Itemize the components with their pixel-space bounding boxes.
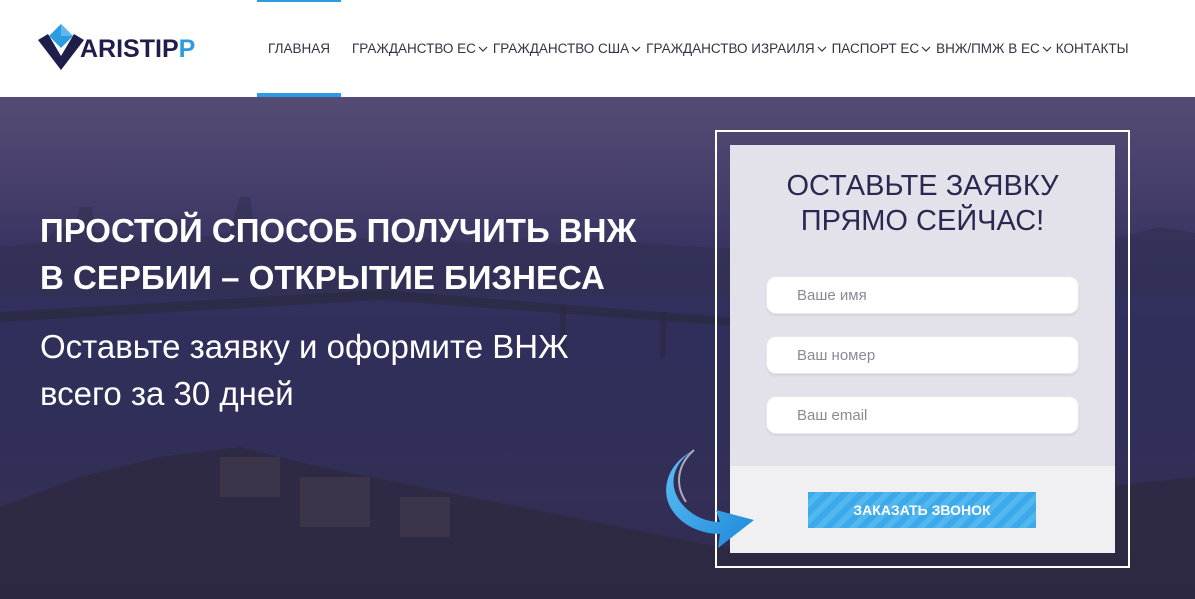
order-call-button[interactable]: ЗАКАЗАТЬ ЗВОНОК [808, 492, 1036, 528]
nav-label: КОНТАКТЫ [1055, 41, 1129, 56]
chevron-down-icon [478, 46, 488, 52]
callback-form: ОСТАВЬТЕ ЗАЯВКУ ПРЯМО СЕЙЧАС! ЗАКАЗАТЬ З… [730, 145, 1115, 553]
nav-item-home[interactable]: ГЛАВНАЯ [257, 0, 341, 97]
name-input[interactable] [766, 276, 1079, 314]
chevron-down-icon [921, 46, 931, 52]
nav-item-israel-citizenship[interactable]: ГРАЖДАНСТВО ИЗРАИЛЯ [646, 0, 827, 97]
form-title: ОСТАВЬТЕ ЗАЯВКУ ПРЯМО СЕЙЧАС! [786, 170, 1059, 237]
nav-item-contacts[interactable]: КОНТАКТЫ [1056, 0, 1129, 97]
chevron-down-icon [1042, 46, 1052, 52]
site-header: ARISTIPP ГЛАВНАЯ ГРАЖДАНСТВО ЕС ГРАЖДАНС… [0, 0, 1195, 97]
logo-link[interactable]: ARISTIPP [38, 22, 195, 70]
brand-name: ARISTIPP [80, 34, 196, 63]
nav-label: ПАСПОРТ ЕС [831, 41, 920, 56]
email-input[interactable] [766, 396, 1079, 434]
diamond-logo-icon [38, 24, 84, 70]
nav-item-eu-citizenship[interactable]: ГРАЖДАНСТВО ЕС [352, 0, 488, 97]
main-nav: ГЛАВНАЯ ГРАЖДАНСТВО ЕС ГРАЖДАНСТВО США Г… [257, 0, 1129, 97]
nav-label: ГЛАВНАЯ [268, 41, 330, 56]
nav-label: ГРАЖДАНСТВО США [492, 41, 630, 56]
chevron-down-icon [631, 46, 641, 52]
nav-label: ВНЖ/ПМЖ В ЕС [936, 41, 1040, 56]
form-footer: ЗАКАЗАТЬ ЗВОНОК [730, 466, 1115, 553]
nav-label: ГРАЖДАНСТВО ИЗРАИЛЯ [646, 41, 815, 56]
curved-arrow-icon [666, 449, 754, 548]
nav-item-eu-residence[interactable]: ВНЖ/ПМЖ В ЕС [936, 0, 1052, 97]
hero-title: ПРОСТОЙ СПОСОБ ПОЛУЧИТЬ ВНЖ В СЕРБИИ – О… [40, 212, 637, 296]
nav-label: ГРАЖДАНСТВО ЕС [352, 41, 476, 56]
nav-item-eu-passport[interactable]: ПАСПОРТ ЕС [832, 0, 932, 97]
hero-subtitle: Оставьте заявку и оформите ВНЖ всего за … [40, 328, 569, 412]
chevron-down-icon [817, 46, 827, 52]
phone-input[interactable] [766, 336, 1079, 374]
nav-item-us-citizenship[interactable]: ГРАЖДАНСТВО США [493, 0, 641, 97]
